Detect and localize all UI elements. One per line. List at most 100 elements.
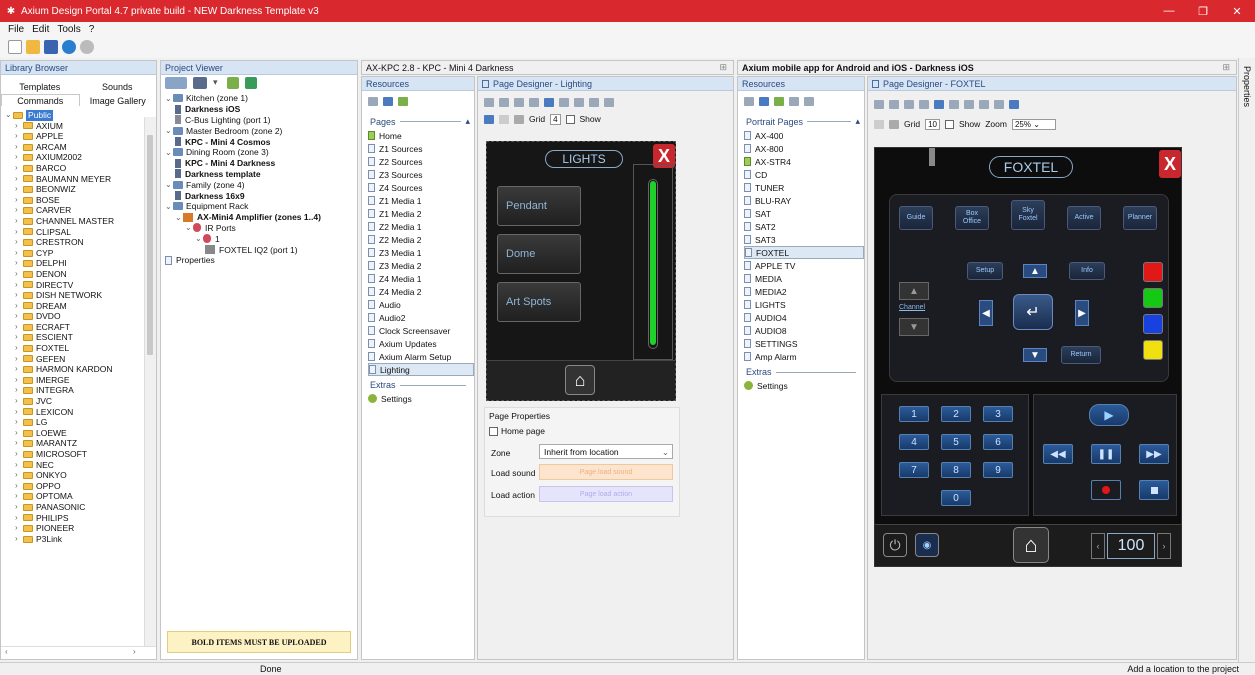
chevron-down-icon[interactable]: ⌄	[195, 234, 203, 243]
add-location-icon[interactable]	[165, 77, 187, 89]
align-left-icon[interactable]	[484, 97, 494, 107]
doc2-page-item[interactable]: SETTINGS	[744, 337, 864, 350]
project-tree-item[interactable]: KPC - Mini 4 Cosmos	[165, 136, 357, 147]
chevron-right-icon[interactable]: ›	[15, 322, 23, 333]
foxtel-close-button[interactable]: X	[1159, 150, 1181, 178]
chevron-right-icon[interactable]: ›	[15, 152, 23, 163]
red-button[interactable]	[1143, 262, 1163, 282]
align-left-icon[interactable]	[874, 99, 884, 109]
return-button[interactable]: Return	[1061, 346, 1101, 364]
library-tree-item[interactable]: › DELPHI	[5, 258, 156, 269]
menu-edit[interactable]: Edit	[32, 24, 49, 35]
keypad-5-button[interactable]: 5	[941, 434, 971, 450]
record-button[interactable]	[1091, 480, 1121, 500]
doc2-pin-icon[interactable]: ⊞	[1222, 62, 1230, 73]
chevron-down-icon[interactable]: ⌄	[165, 148, 173, 157]
library-tree-item[interactable]: › ECRAFT	[5, 322, 156, 333]
chevron-right-icon[interactable]: ›	[15, 343, 23, 354]
doc1-grid-value[interactable]: 4	[550, 113, 561, 125]
doc2-page-item[interactable]: AUDIO4	[744, 311, 864, 324]
home-icon[interactable]: ⌂	[1013, 527, 1049, 563]
add-device-icon[interactable]	[193, 77, 207, 89]
menu-file[interactable]: File	[8, 24, 24, 35]
library-tree-item[interactable]: › CRESTRON	[5, 237, 156, 248]
align-middle-icon[interactable]	[544, 97, 554, 107]
chevron-right-icon[interactable]: ›	[15, 216, 23, 227]
chevron-right-icon[interactable]: ›	[15, 227, 23, 238]
sort-icon[interactable]	[484, 114, 494, 124]
chevron-right-icon[interactable]: ›	[15, 502, 23, 513]
lock-icon[interactable]	[514, 114, 524, 124]
project-tree-item[interactable]: ⌄ Master Bedroom (zone 2)	[165, 125, 357, 136]
doc1-page-item[interactable]: Home	[368, 129, 474, 142]
doc2-page-item[interactable]: AX-800	[744, 142, 864, 155]
chevron-right-icon[interactable]: ›	[15, 142, 23, 153]
chevron-right-icon[interactable]: ›	[15, 184, 23, 195]
box-office-button[interactable]: Box Office	[955, 206, 989, 230]
library-tree-item[interactable]: › ESCIENT	[5, 332, 156, 343]
align-top-icon[interactable]	[529, 97, 539, 107]
align-center-icon[interactable]	[889, 99, 899, 109]
doc2-page-item[interactable]: BLU-RAY	[744, 194, 864, 207]
left-arrow-button[interactable]: ◀	[979, 300, 993, 326]
chevron-right-icon[interactable]: ›	[15, 460, 23, 471]
keypad-8-button[interactable]: 8	[941, 462, 971, 478]
scroll-left-icon[interactable]: ‹	[5, 647, 8, 656]
doc1-page-item[interactable]: Z4 Media 2	[368, 285, 474, 298]
power-icon[interactable]: ⏻	[883, 533, 907, 557]
save-icon[interactable]	[44, 40, 58, 54]
distribute-h-icon[interactable]	[964, 99, 974, 109]
doc1-page-item[interactable]: Z4 Media 1	[368, 272, 474, 285]
planner-button[interactable]: Planner	[1123, 206, 1157, 230]
library-tree-item[interactable]: › ARCAM	[5, 142, 156, 153]
library-tree-item[interactable]: › PIONEER	[5, 523, 156, 534]
close-button[interactable]: ✕	[1220, 0, 1254, 22]
doc2-extras-settings[interactable]: Settings	[744, 379, 864, 392]
popup-icon[interactable]	[759, 96, 769, 106]
keypad-6-button[interactable]: 6	[983, 434, 1013, 450]
library-tree-item[interactable]: › BAUMANN MEYER	[5, 174, 156, 185]
doc2-page-item[interactable]: MEDIA	[744, 272, 864, 285]
chevron-right-icon[interactable]: ›	[15, 407, 23, 418]
lock-icon[interactable]	[889, 119, 899, 129]
doc1-extras-settings[interactable]: Settings	[368, 392, 474, 405]
project-tree-item[interactable]: ⌄ Dining Room (zone 3)	[165, 147, 357, 158]
library-tree-item[interactable]: › HARMON KARDON	[5, 364, 156, 375]
distribute-h-icon[interactable]	[574, 97, 584, 107]
tab-commands[interactable]: Commands	[1, 94, 80, 106]
keypad-7-button[interactable]: 7	[899, 462, 929, 478]
project-tree-item[interactable]: Darkness template	[165, 169, 357, 180]
chevron-down-icon[interactable]: ⌄	[165, 180, 173, 189]
rewind-button[interactable]: ◀◀	[1043, 444, 1073, 464]
align-right-icon[interactable]	[904, 99, 914, 109]
doc2-show-checkbox[interactable]	[944, 119, 954, 129]
chevron-down-icon[interactable]: ⌄	[185, 223, 193, 232]
project-tree-item[interactable]: ⌄ IR Ports	[165, 223, 357, 234]
chevron-right-icon[interactable]: ›	[15, 364, 23, 375]
library-tree-item[interactable]: › MICROSOFT	[5, 449, 156, 460]
chevron-right-icon[interactable]: ›	[15, 470, 23, 481]
library-tree-item[interactable]: › OPPO	[5, 481, 156, 492]
project-tree-item[interactable]: ⌄ Family (zone 4)	[165, 179, 357, 190]
down-arrow-button[interactable]: ▼	[1023, 348, 1047, 362]
chevron-right-icon[interactable]: ›	[15, 481, 23, 492]
doc1-page-item[interactable]: Z3 Sources	[368, 168, 474, 181]
library-tree-item[interactable]: › CARVER	[5, 205, 156, 216]
chevron-right-icon[interactable]: ›	[15, 121, 23, 132]
chevron-down-icon[interactable]: ⌄	[175, 213, 183, 222]
project-tree-item[interactable]: FOXTEL IQ2 (port 1)	[165, 244, 357, 255]
popup-icon[interactable]	[383, 96, 393, 106]
doc2-page-item[interactable]: Amp Alarm	[744, 350, 864, 363]
chevron-right-icon[interactable]: ›	[15, 417, 23, 428]
library-hscrollbar[interactable]: ‹ ›	[1, 646, 156, 658]
library-tree-item[interactable]: › DVDO	[5, 311, 156, 322]
library-tree-item[interactable]: › GEFEN	[5, 354, 156, 365]
doc2-page-item[interactable]: SAT3	[744, 233, 864, 246]
menu-help[interactable]: ?	[89, 24, 95, 35]
new-page-icon[interactable]	[368, 96, 378, 106]
doc1-page-item[interactable]: Z4 Sources	[368, 181, 474, 194]
chevron-right-icon[interactable]: ›	[15, 237, 23, 248]
link-icon[interactable]	[774, 96, 784, 106]
setup-button[interactable]: Setup	[967, 262, 1003, 280]
refresh-icon[interactable]	[398, 96, 408, 106]
